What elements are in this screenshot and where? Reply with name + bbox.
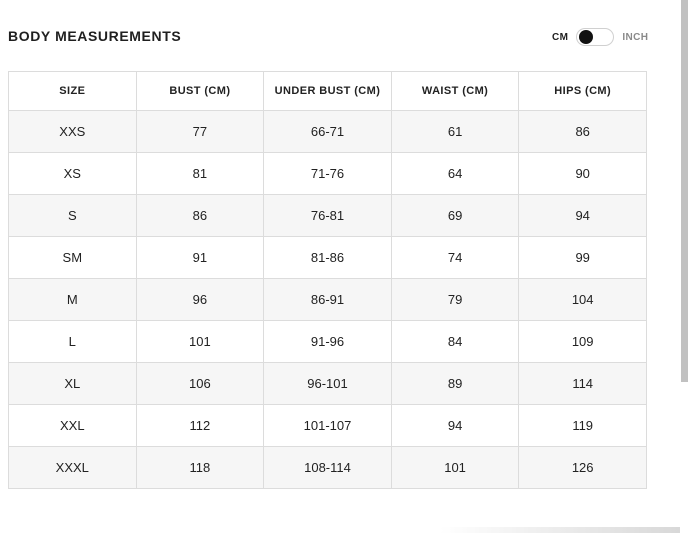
cell-under-bust: 86-91 [263, 278, 392, 321]
scrollbar-thumb[interactable] [681, 0, 688, 382]
cell-hips: 104 [518, 278, 647, 321]
cell-waist: 61 [390, 110, 520, 153]
cell-hips: 114 [518, 362, 647, 405]
cell-size: XS [8, 152, 137, 195]
table-header: SIZE BUST (CM) UNDER BUST (CM) WAIST (CM… [8, 71, 647, 111]
table-header-row: SIZE BUST (CM) UNDER BUST (CM) WAIST (CM… [8, 71, 647, 111]
measurements-table: SIZE BUST (CM) UNDER BUST (CM) WAIST (CM… [8, 71, 647, 489]
cell-waist: 84 [390, 320, 520, 363]
cell-hips: 119 [518, 404, 647, 447]
cell-waist: 64 [390, 152, 520, 195]
unit-switch-knob [579, 30, 594, 44]
cell-bust: 112 [135, 404, 265, 447]
cell-waist: 79 [390, 278, 520, 321]
cell-under-bust: 101-107 [263, 404, 392, 447]
cell-bust: 96 [135, 278, 265, 321]
cell-bust: 118 [135, 446, 265, 489]
column-header-waist: WAIST (CM) [390, 71, 520, 111]
unit-label-cm[interactable]: CM [552, 32, 568, 43]
unit-label-inch[interactable]: INCH [622, 32, 648, 43]
cell-bust: 101 [135, 320, 265, 363]
table-row: SM 91 81-86 74 99 [8, 236, 647, 279]
table-row: M 96 86-91 79 104 [8, 278, 647, 321]
table-row: XXL 112 101-107 94 119 [8, 404, 647, 447]
column-header-hips: HIPS (CM) [518, 71, 647, 111]
cell-waist: 69 [390, 194, 520, 237]
cell-under-bust: 96-101 [263, 362, 392, 405]
size-guide-page: BODY MEASUREMENTS CM INCH SIZE BUST (CM)… [0, 0, 688, 533]
cell-waist: 74 [390, 236, 520, 279]
cell-under-bust: 108-114 [263, 446, 392, 489]
cell-hips: 94 [518, 194, 647, 237]
table-body: XXS 77 66-71 61 86 XS 81 71-76 64 90 S 8… [8, 110, 647, 489]
table-row: XS 81 71-76 64 90 [8, 152, 647, 195]
cell-size: XL [8, 362, 137, 405]
horizontal-scroll-shadow [440, 527, 680, 533]
cell-bust: 106 [135, 362, 265, 405]
cell-hips: 109 [518, 320, 647, 363]
cell-under-bust: 71-76 [263, 152, 392, 195]
cell-size: SM [8, 236, 137, 279]
unit-toggle[interactable]: CM INCH [552, 27, 648, 47]
cell-bust: 86 [135, 194, 265, 237]
cell-under-bust: 81-86 [263, 236, 392, 279]
column-header-size: SIZE [8, 71, 137, 111]
table-row: XXXL 118 108-114 101 126 [8, 446, 647, 489]
cell-size: L [8, 320, 137, 363]
cell-hips: 86 [518, 110, 647, 153]
cell-size: S [8, 194, 137, 237]
cell-hips: 126 [518, 446, 647, 489]
column-header-under-bust: UNDER BUST (CM) [263, 71, 392, 111]
cell-under-bust: 76-81 [263, 194, 392, 237]
page-title: BODY MEASUREMENTS [8, 28, 182, 44]
cell-bust: 81 [135, 152, 265, 195]
cell-bust: 91 [135, 236, 265, 279]
column-header-bust: BUST (CM) [135, 71, 265, 111]
table-row: XXS 77 66-71 61 86 [8, 110, 647, 153]
cell-waist: 101 [390, 446, 520, 489]
cell-under-bust: 66-71 [263, 110, 392, 153]
cell-waist: 89 [390, 362, 520, 405]
cell-hips: 99 [518, 236, 647, 279]
cell-size: M [8, 278, 137, 321]
table-row: XL 106 96-101 89 114 [8, 362, 647, 405]
cell-size: XXL [8, 404, 137, 447]
cell-size: XXS [8, 110, 137, 153]
table-row: S 86 76-81 69 94 [8, 194, 647, 237]
cell-under-bust: 91-96 [263, 320, 392, 363]
cell-bust: 77 [135, 110, 265, 153]
cell-waist: 94 [390, 404, 520, 447]
unit-switch[interactable] [576, 28, 615, 46]
table-row: L 101 91-96 84 109 [8, 320, 647, 363]
vertical-scrollbar[interactable] [680, 0, 688, 533]
cell-hips: 90 [518, 152, 647, 195]
cell-size: XXXL [8, 446, 137, 489]
